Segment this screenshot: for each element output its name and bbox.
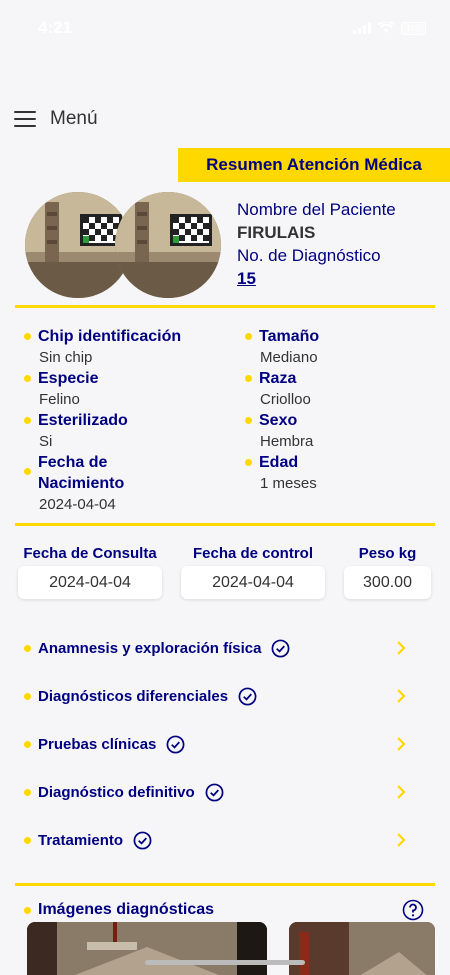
chevron-right-icon xyxy=(397,737,406,751)
menu-label: Menú xyxy=(50,108,98,129)
diagnostic-image-thumbnail[interactable] xyxy=(27,922,267,975)
detail-label: Chip identificación xyxy=(38,328,182,345)
bullet-icon xyxy=(24,740,31,748)
diagnostic-images-header: Imágenes diagnósticas xyxy=(24,898,428,922)
detail-sex: Sexo Hembra xyxy=(245,410,313,452)
control-date-label: Fecha de control xyxy=(192,545,314,562)
section-label: Anamnesis y exploración física xyxy=(38,639,262,657)
section-definitive-diagnosis[interactable]: Diagnóstico definitivo xyxy=(24,777,414,807)
patient-name-label: Nombre del Paciente xyxy=(237,200,396,219)
bullet-icon xyxy=(24,836,31,844)
divider xyxy=(15,305,435,308)
weight: Peso kg 300.00 xyxy=(344,544,431,599)
section-label: Diagnóstico definitivo xyxy=(38,783,195,801)
menu-button[interactable]: Menú xyxy=(14,106,98,132)
bullet-icon xyxy=(24,644,31,652)
patient-info: Nombre del Paciente FIRULAIS No. de Diag… xyxy=(237,198,396,291)
section-label: Diagnósticos diferenciales xyxy=(38,687,229,705)
chevron-right-icon xyxy=(397,689,406,703)
status-time: 4:21 xyxy=(38,18,73,37)
check-circle-icon xyxy=(133,831,152,849)
help-icon[interactable] xyxy=(402,899,424,921)
bullet-icon xyxy=(245,417,252,424)
detail-value: Mediano xyxy=(260,349,318,366)
detail-sterilized: Esterilizado Si xyxy=(24,410,128,452)
detail-value: 1 meses xyxy=(260,475,317,492)
detail-label: Edad xyxy=(259,454,299,471)
weight-field[interactable]: 300.00 xyxy=(344,566,431,599)
check-circle-icon xyxy=(205,783,224,801)
detail-value: Sin chip xyxy=(39,349,93,366)
check-circle-icon xyxy=(166,735,185,753)
battery-icon: 100 xyxy=(401,21,426,35)
detail-age: Edad 1 meses xyxy=(245,452,317,494)
bullet-icon xyxy=(24,333,31,340)
detail-species: Especie Felino xyxy=(24,368,98,410)
chevron-right-icon xyxy=(397,833,406,847)
weight-label: Peso kg xyxy=(358,545,417,562)
detail-label: Raza xyxy=(259,370,297,387)
check-circle-icon xyxy=(272,639,290,657)
diagnosis-number-label: No. de Diagnóstico xyxy=(237,246,381,265)
detail-birth-date: Fecha de Nacimiento 2024-04-04 xyxy=(24,452,194,515)
bullet-icon xyxy=(24,692,31,700)
home-indicator xyxy=(145,960,305,965)
hamburger-icon[interactable] xyxy=(14,111,36,127)
detail-value: Hembra xyxy=(260,433,314,450)
detail-label: Esterilizado xyxy=(38,412,128,429)
bullet-icon xyxy=(245,333,252,340)
check-circle-icon xyxy=(238,687,257,705)
status-bar: 4:21 100 xyxy=(0,0,450,56)
detail-chip: Chip identificación Sin chip xyxy=(24,326,181,368)
section-differential-diagnosis[interactable]: Diagnósticos diferenciales xyxy=(24,681,414,711)
chevron-right-icon xyxy=(397,785,406,799)
patient-name: FIRULAIS xyxy=(237,223,316,242)
page-title: Resumen Atención Médica xyxy=(178,148,450,182)
detail-breed: Raza Criolloo xyxy=(245,368,311,410)
chevron-right-icon xyxy=(397,641,406,655)
detail-label: Tamaño xyxy=(259,328,320,345)
bullet-icon xyxy=(24,788,31,796)
section-anamnesis[interactable]: Anamnesis y exploración física xyxy=(24,633,414,663)
diagnostic-image-thumbnail[interactable] xyxy=(289,922,435,975)
bullet-icon xyxy=(245,459,252,466)
divider xyxy=(15,883,435,886)
consultation-date: Fecha de Consulta 2024-04-04 xyxy=(18,544,162,599)
bullet-icon xyxy=(24,468,31,475)
detail-size: Tamaño Mediano xyxy=(245,326,319,368)
status-icons: 100 xyxy=(353,21,426,35)
consultation-date-label: Fecha de Consulta xyxy=(23,545,157,562)
section-label: Pruebas clínicas xyxy=(38,735,157,753)
bullet-icon xyxy=(24,375,31,382)
section-clinical-tests[interactable]: Pruebas clínicas xyxy=(24,729,414,759)
control-date-field[interactable]: 2024-04-04 xyxy=(181,566,325,599)
section-treatment[interactable]: Tratamiento xyxy=(24,825,414,855)
patient-photo-secondary xyxy=(115,192,221,298)
bullet-icon xyxy=(245,375,252,382)
section-label: Tratamiento xyxy=(38,831,124,849)
cellular-signal-icon xyxy=(353,22,371,34)
detail-label: Fecha de Nacimiento xyxy=(38,454,125,492)
diagnostic-images-label: Imágenes diagnósticas xyxy=(38,901,215,918)
control-date: Fecha de control 2024-04-04 xyxy=(181,544,325,599)
detail-value: Felino xyxy=(39,391,80,408)
detail-value: Criolloo xyxy=(260,391,311,408)
detail-value: Si xyxy=(39,433,53,450)
wifi-icon xyxy=(378,22,394,33)
consultation-date-field[interactable]: 2024-04-04 xyxy=(18,566,162,599)
detail-label: Especie xyxy=(38,370,99,387)
detail-value: 2024-04-04 xyxy=(39,496,116,513)
detail-label: Sexo xyxy=(259,412,298,429)
diagnosis-number-link[interactable]: 15 xyxy=(237,267,396,291)
bullet-icon xyxy=(24,906,31,914)
divider xyxy=(15,523,435,526)
bullet-icon xyxy=(24,417,31,424)
